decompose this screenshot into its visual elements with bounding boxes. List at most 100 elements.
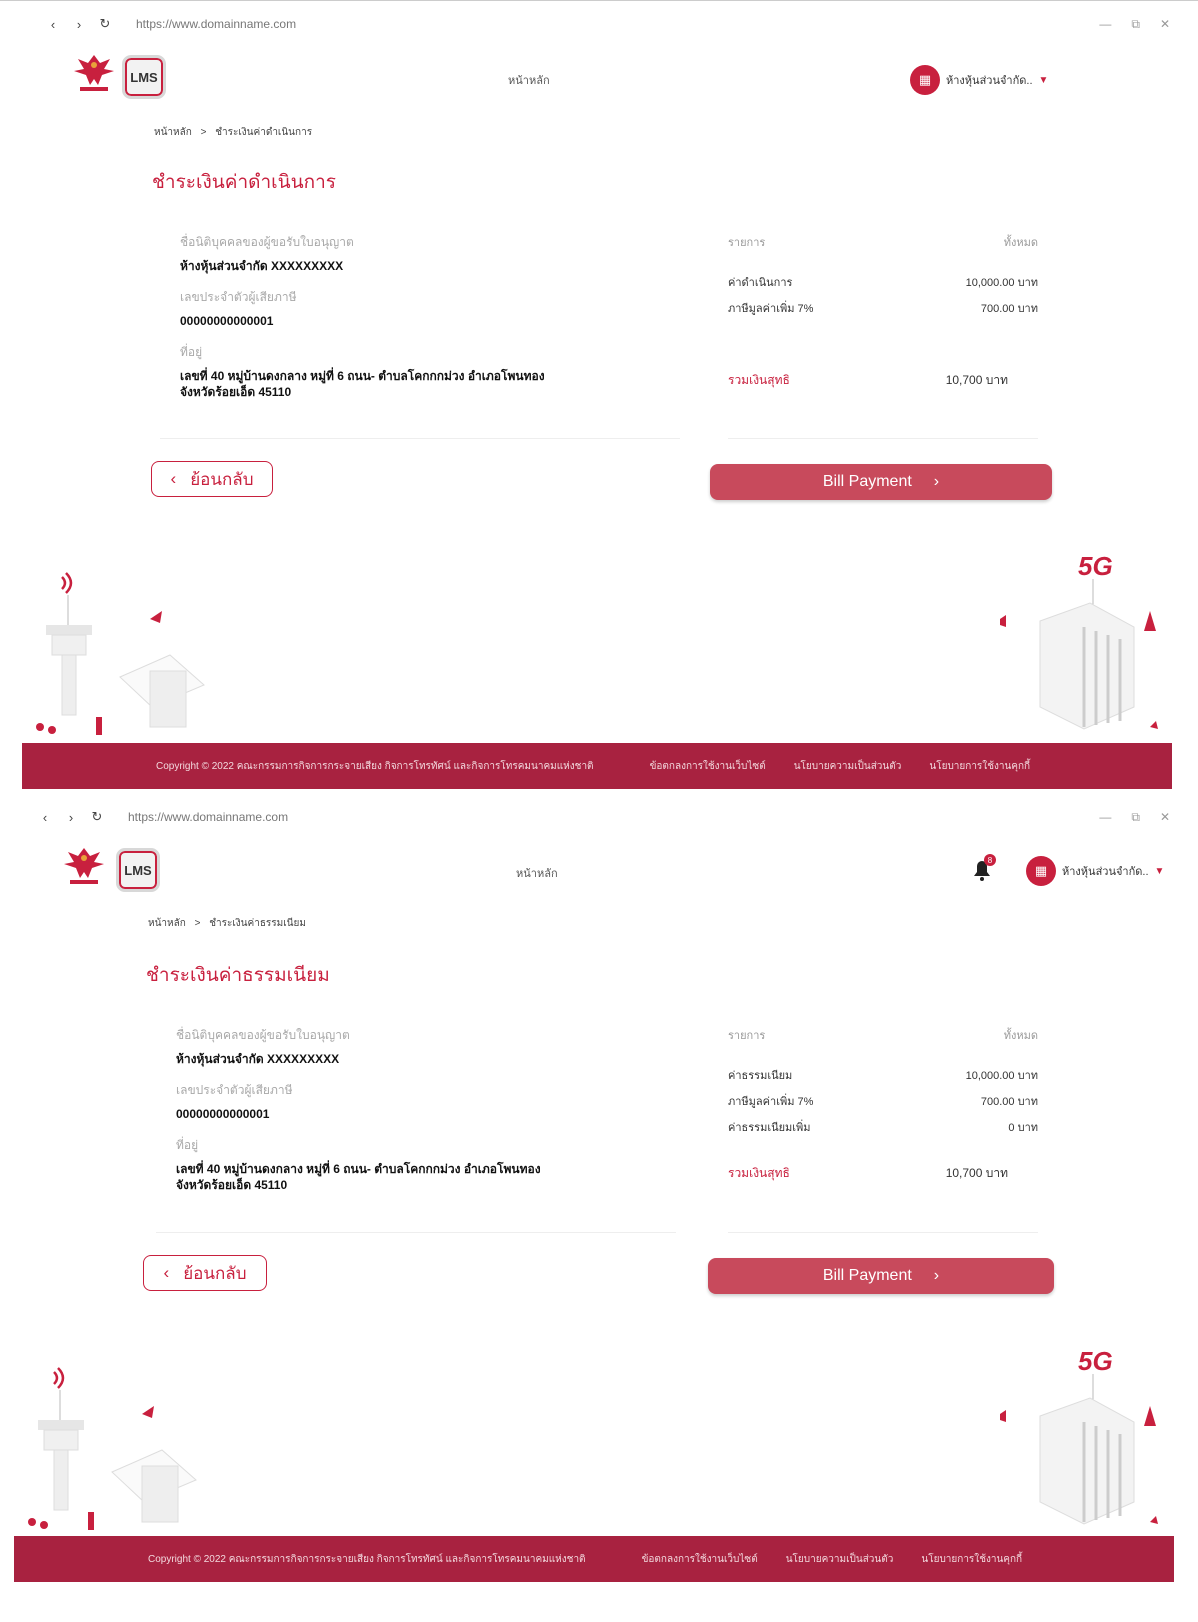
lms-logo-icon[interactable]: LMS bbox=[116, 848, 160, 892]
bill-payment-button[interactable]: Bill Payment › bbox=[710, 464, 1052, 500]
footer-cookie-link[interactable]: นโยบายการใช้งานคุกกี้ bbox=[929, 759, 1030, 774]
total-label: รวมเงินสุทธิ bbox=[728, 373, 790, 387]
footer-privacy-link[interactable]: นโยบายความเป็นส่วนตัว bbox=[786, 1552, 894, 1567]
fee-table: รายการ ทั้งหมด ค่าดำเนินการ 10,000.00 บา… bbox=[728, 233, 1038, 387]
fee-name: ค่าธรรมเนียม bbox=[728, 1070, 793, 1082]
applicant-info: ชื่อนิติบุคคลของผู้ขอรับใบอนุญาต ห้างหุ้… bbox=[176, 1026, 596, 1207]
footer-cookie-link[interactable]: นโยบายการใช้งานคุกกี้ bbox=[921, 1552, 1022, 1567]
divider bbox=[156, 1232, 676, 1233]
fee-row: ภาษีมูลค่าเพิ่ม 7% 700.00 บาท bbox=[728, 299, 1038, 317]
fee-total: รวมเงินสุทธิ 10,700 บาท bbox=[728, 1164, 1008, 1183]
divider bbox=[728, 438, 1038, 439]
fee-row: ภาษีมูลค่าเพิ่ม 7% 700.00 บาท bbox=[728, 1092, 1038, 1110]
org-name: ห้างหุ้นส่วนจำกัด.. bbox=[1062, 866, 1149, 878]
address-line2: จังหวัดร้อยเอ็ด 45110 bbox=[180, 385, 292, 399]
screen-operating-fee: ‹ › ↻ https://www.domainname.com — ⧉ ✕ L… bbox=[0, 0, 1198, 800]
address-label: ที่อยู่ bbox=[176, 1138, 199, 1152]
forward-arrow-icon[interactable]: › bbox=[58, 810, 84, 825]
col-total-header: ทั้งหมด bbox=[1003, 1030, 1038, 1042]
address-bar[interactable]: https://www.domainname.com bbox=[128, 810, 288, 824]
browser-bar: ‹ › ↻ https://www.domainname.com — ⧉ ✕ bbox=[0, 802, 1198, 832]
building-icon: ▦ bbox=[1026, 856, 1056, 886]
garuda-logo-icon[interactable] bbox=[70, 51, 118, 95]
back-arrow-icon[interactable]: ‹ bbox=[40, 17, 66, 32]
back-button[interactable]: ‹ ย้อนกลับ bbox=[151, 461, 273, 497]
company-label: ชื่อนิติบุคคลของผู้ขอรับใบอนุญาต bbox=[180, 235, 354, 249]
breadcrumb-current: ชำระเงินค่าธรรมเนียม bbox=[209, 918, 306, 929]
fee-name: ค่าธรรมเนียมเพิ่ม bbox=[728, 1122, 811, 1134]
minimize-icon[interactable]: — bbox=[1099, 17, 1111, 32]
back-label: ย้อนกลับ bbox=[183, 1263, 247, 1283]
fee-amount: 10,000.00 บาท bbox=[965, 277, 1038, 289]
restore-icon[interactable]: ⧉ bbox=[1131, 17, 1140, 32]
footer-terms-link[interactable]: ข้อตกลงการใช้งานเว็บไซต์ bbox=[642, 1552, 758, 1567]
applicant-info: ชื่อนิติบุคคลของผู้ขอรับใบอนุญาต ห้างหุ้… bbox=[180, 233, 600, 414]
taxid-label: เลขประจำตัวผู้เสียภาษี bbox=[180, 290, 297, 304]
notification-count: 8 bbox=[988, 856, 993, 865]
site-footer: Copyright © 2022 คณะกรรมการกิจการกระจายเ… bbox=[14, 1536, 1174, 1582]
bill-payment-label: Bill Payment bbox=[822, 473, 912, 490]
fee-amount: 700.00 บาท bbox=[980, 303, 1038, 315]
total-value: 10,700 บาท bbox=[945, 1166, 1008, 1180]
5g-building-illustration-icon: 5G bbox=[1000, 551, 1158, 730]
fee-total: รวมเงินสุทธิ 10,700 บาท bbox=[728, 371, 1008, 390]
bill-payment-button[interactable]: Bill Payment › bbox=[708, 1258, 1054, 1294]
close-icon[interactable]: ✕ bbox=[1160, 17, 1170, 32]
fee-row: ค่าดำเนินการ 10,000.00 บาท bbox=[728, 273, 1038, 291]
footer-privacy-link[interactable]: นโยบายความเป็นส่วนตัว bbox=[794, 759, 902, 774]
minimize-icon[interactable]: — bbox=[1099, 810, 1111, 825]
reload-icon[interactable]: ↻ bbox=[84, 809, 110, 825]
breadcrumb-home[interactable]: หน้าหลัก bbox=[148, 918, 186, 929]
breadcrumb-separator: > bbox=[200, 127, 207, 138]
company-value: ห้างหุ้นส่วนจำกัด XXXXXXXXX bbox=[176, 1052, 340, 1066]
total-label: รวมเงินสุทธิ bbox=[728, 1166, 790, 1180]
nav-home-link[interactable]: หน้าหลัก bbox=[516, 864, 558, 882]
tower-illustration-icon bbox=[36, 572, 205, 735]
reload-icon[interactable]: ↻ bbox=[92, 16, 118, 32]
chevron-right-icon: › bbox=[933, 1267, 940, 1284]
company-value: ห้างหุ้นส่วนจำกัด XXXXXXXXX bbox=[180, 259, 344, 273]
page-title: ชำระเงินค่าธรรมเนียม bbox=[146, 965, 330, 986]
5g-badge: 5G bbox=[1078, 1346, 1113, 1376]
chevron-left-icon: ‹ bbox=[170, 469, 177, 488]
forward-arrow-icon[interactable]: › bbox=[66, 17, 92, 32]
fee-table-header: รายการ ทั้งหมด bbox=[728, 233, 1038, 251]
col-total-header: ทั้งหมด bbox=[1003, 237, 1038, 249]
breadcrumb: หน้าหลัก > ชำระเงินค่าดำเนินการ bbox=[154, 125, 312, 140]
window-controls: — ⧉ ✕ bbox=[1099, 17, 1170, 32]
total-value: 10,700 บาท bbox=[945, 373, 1008, 387]
breadcrumb-home[interactable]: หน้าหลัก bbox=[154, 127, 192, 138]
divider bbox=[160, 438, 680, 439]
5g-badge: 5G bbox=[1078, 551, 1113, 581]
tower-illustration-icon bbox=[28, 1367, 197, 1530]
restore-icon[interactable]: ⧉ bbox=[1131, 810, 1140, 825]
taxid-value: 00000000000001 bbox=[180, 314, 274, 328]
back-arrow-icon[interactable]: ‹ bbox=[32, 810, 58, 825]
breadcrumb-separator: > bbox=[194, 918, 201, 929]
bell-icon[interactable]: 8 bbox=[970, 854, 996, 882]
org-switcher[interactable]: ▦ ห้างหุ้นส่วนจำกัด.. ▼ bbox=[910, 65, 1048, 95]
window-controls: — ⧉ ✕ bbox=[1099, 810, 1170, 825]
close-icon[interactable]: ✕ bbox=[1160, 810, 1170, 825]
address-bar[interactable]: https://www.domainname.com bbox=[136, 17, 296, 31]
garuda-logo-icon[interactable] bbox=[60, 844, 108, 888]
back-button[interactable]: ‹ ย้อนกลับ bbox=[143, 1255, 267, 1291]
site-header: LMS หน้าหลัก 8 ▦ ห้างหุ้นส่วนจำกัด.. ▼ bbox=[0, 840, 1198, 904]
lms-logo-icon[interactable]: LMS bbox=[122, 55, 166, 99]
org-switcher[interactable]: ▦ ห้างหุ้นส่วนจำกัด.. ▼ bbox=[1026, 856, 1164, 886]
nav-home-link[interactable]: หน้าหลัก bbox=[508, 71, 550, 89]
page-title: ชำระเงินค่าดำเนินการ bbox=[152, 172, 336, 193]
footer-terms-link[interactable]: ข้อตกลงการใช้งานเว็บไซต์ bbox=[650, 759, 766, 774]
screen-fee-payment: ‹ › ↻ https://www.domainname.com — ⧉ ✕ L… bbox=[0, 800, 1198, 1622]
chevron-left-icon: ‹ bbox=[163, 1263, 170, 1282]
site-footer: Copyright © 2022 คณะกรรมการกิจการกระจายเ… bbox=[22, 743, 1172, 789]
divider bbox=[728, 1232, 1038, 1233]
fee-amount: 10,000.00 บาท bbox=[965, 1070, 1038, 1082]
fee-name: ค่าดำเนินการ bbox=[728, 277, 793, 289]
browser-bar: ‹ › ↻ https://www.domainname.com — ⧉ ✕ bbox=[0, 9, 1198, 39]
chevron-down-icon: ▼ bbox=[1038, 74, 1049, 86]
fee-row: ค่าธรรมเนียม 10,000.00 บาท bbox=[728, 1066, 1038, 1084]
address-line1: เลขที่ 40 หมู่บ้านดงกลาง หมู่ที่ 6 ถนน- … bbox=[180, 369, 545, 383]
breadcrumb-current: ชำระเงินค่าดำเนินการ bbox=[215, 127, 313, 138]
breadcrumb: หน้าหลัก > ชำระเงินค่าธรรมเนียม bbox=[148, 916, 306, 931]
